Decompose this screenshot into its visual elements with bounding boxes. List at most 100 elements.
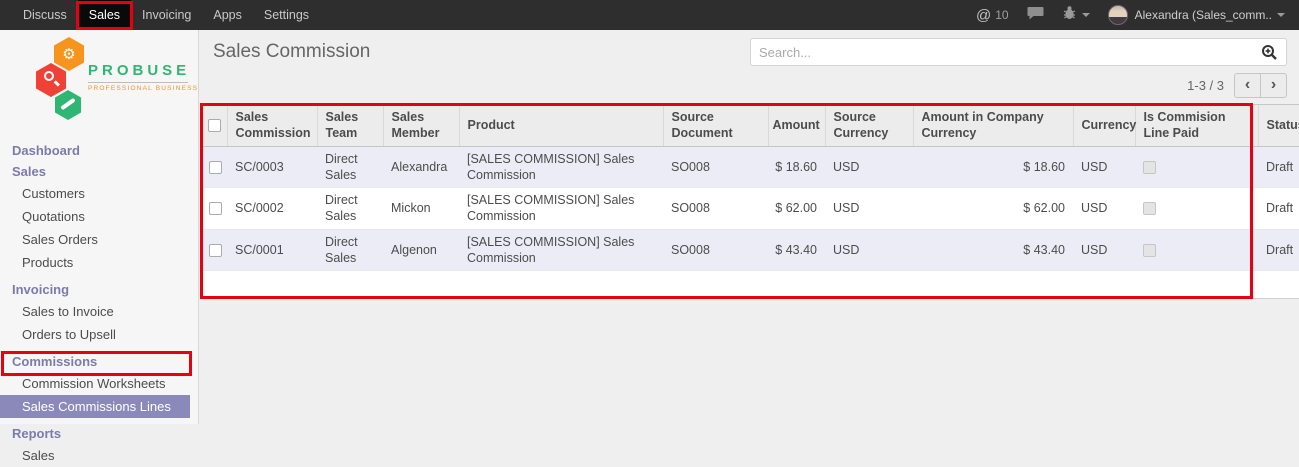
pager-previous-button[interactable]: ‹	[1234, 73, 1261, 98]
menu-settings[interactable]: Settings	[253, 0, 320, 30]
cell-amount-company-currency: $ 62.00	[913, 188, 1073, 230]
commission-lines-table: Sales Commission Sales Team Sales Member…	[203, 104, 1299, 299]
paid-checkbox	[1143, 202, 1156, 215]
cell-amount-company-currency: $ 43.40	[913, 229, 1073, 271]
pager-next-button[interactable]: ›	[1260, 73, 1287, 98]
logo-subtitle: PROFESSIONAL BUSINESS	[88, 82, 188, 92]
column-sales-member[interactable]: Sales Member	[383, 105, 459, 147]
table-row[interactable]: SC/0002 Direct Sales Mickon [SALES COMMI…	[203, 188, 1299, 230]
magnifier-hexagon-icon	[36, 63, 66, 97]
column-sales-team[interactable]: Sales Team	[317, 105, 383, 147]
mentions-counter[interactable]: @ 10	[976, 7, 1009, 24]
column-product[interactable]: Product	[459, 105, 663, 147]
cell-amount: $ 62.00	[768, 188, 825, 230]
sidebar-item-commission-worksheets[interactable]: Commission Worksheets	[0, 372, 198, 395]
sidebar-heading-commissions: Commissions	[0, 351, 198, 372]
table-row[interactable]: SC/0003 Direct Sales Alexandra [SALES CO…	[203, 146, 1299, 188]
cell-sales-commission: SC/0001	[227, 229, 317, 271]
cell-sales-team: Direct Sales	[317, 146, 383, 188]
logo-title: PROBUSE	[88, 62, 188, 79]
sidebar-item-orders-to-upsell[interactable]: Orders to Upsell	[0, 323, 198, 346]
sidebar-heading-invoicing: Invoicing	[0, 279, 198, 300]
column-status[interactable]: Status	[1258, 105, 1299, 147]
cell-amount: $ 43.40	[768, 229, 825, 271]
cell-sales-commission: SC/0002	[227, 188, 317, 230]
sidebar-heading-dashboard: Dashboard	[0, 140, 198, 161]
table-row[interactable]: SC/0001 Direct Sales Algenon [SALES COMM…	[203, 229, 1299, 271]
column-source-currency[interactable]: Source Currency	[825, 105, 913, 147]
cell-product: [SALES COMMISSION] Sales Commission	[459, 188, 663, 230]
paid-checkbox	[1143, 161, 1156, 174]
sidebar-item-customers[interactable]: Customers	[0, 182, 198, 205]
debug-menu-button[interactable]	[1062, 5, 1090, 25]
menu-discuss[interactable]: Discuss	[12, 0, 78, 30]
messages-button[interactable]	[1027, 6, 1044, 25]
sidebar-item-sales-orders[interactable]: Sales Orders	[0, 228, 198, 251]
row-checkbox[interactable]	[209, 202, 222, 215]
sidebar-item-reports-sales[interactable]: Sales	[0, 444, 198, 467]
page-title: Sales Commission	[213, 41, 370, 63]
menu-sales[interactable]: Sales	[78, 0, 131, 30]
column-is-commission-line-paid[interactable]: Is Commision Line Paid	[1135, 105, 1258, 147]
pager-range: 1-3 / 3	[1187, 78, 1224, 93]
cell-currency: USD	[1073, 229, 1135, 271]
table-header-row: Sales Commission Sales Team Sales Member…	[203, 105, 1299, 147]
column-amount[interactable]: Amount	[768, 105, 825, 147]
cell-source-currency: USD	[825, 188, 913, 230]
cell-amount-company-currency: $ 18.60	[913, 146, 1073, 188]
cell-sales-commission: SC/0003	[227, 146, 317, 188]
sidebar-heading-reports: Reports	[0, 423, 198, 444]
user-menu[interactable]: Alexandra (Sales_comm..	[1108, 5, 1285, 25]
caret-down-icon	[1082, 13, 1090, 17]
chat-bubble-icon	[1027, 6, 1044, 25]
caret-down-icon	[1277, 13, 1285, 17]
gear-hexagon-icon: ⚙	[54, 37, 84, 71]
user-name-label: Alexandra (Sales_comm..	[1135, 8, 1272, 22]
at-sign-icon: @	[976, 7, 991, 24]
bug-icon	[1062, 5, 1077, 25]
tool-hexagon-icon	[55, 90, 81, 120]
cell-currency: USD	[1073, 188, 1135, 230]
sidebar: ⚙ PROBUSE PROFESSIONAL BUSINESS Dashboar…	[0, 30, 199, 424]
column-sales-commission[interactable]: Sales Commission	[227, 105, 317, 147]
cell-currency: USD	[1073, 146, 1135, 188]
column-source-document[interactable]: Source Document	[663, 105, 768, 147]
cell-sales-team: Direct Sales	[317, 188, 383, 230]
cell-sales-team: Direct Sales	[317, 229, 383, 271]
sidebar-item-sales-to-invoice[interactable]: Sales to Invoice	[0, 300, 198, 323]
cell-source-currency: USD	[825, 229, 913, 271]
search-magnifier-icon[interactable]	[1261, 44, 1278, 61]
probuse-logo: ⚙ PROBUSE PROFESSIONAL BUSINESS	[0, 30, 198, 122]
menu-sales-label: Sales	[89, 8, 120, 22]
search-box	[750, 38, 1287, 66]
cell-source-document: SO008	[663, 188, 768, 230]
column-amount-company-currency[interactable]: Amount in Company Currency	[913, 105, 1073, 147]
row-checkbox[interactable]	[209, 244, 222, 257]
sidebar-item-products[interactable]: Products	[0, 251, 198, 274]
search-input[interactable]	[751, 45, 1261, 60]
cell-sales-member: Alexandra	[383, 146, 459, 188]
avatar	[1108, 5, 1128, 25]
pager: 1-3 / 3 ‹ ›	[1187, 73, 1287, 98]
sidebar-nav: Dashboard Sales Customers Quotations Sal…	[0, 122, 198, 467]
menu-apps[interactable]: Apps	[202, 0, 253, 30]
cell-product: [SALES COMMISSION] Sales Commission	[459, 146, 663, 188]
app-menus: Discuss Sales Invoicing Apps Settings	[0, 0, 320, 30]
empty-table-row	[203, 271, 1299, 298]
cell-amount: $ 18.60	[768, 146, 825, 188]
cell-source-document: SO008	[663, 229, 768, 271]
select-all-checkbox[interactable]	[208, 119, 221, 132]
sidebar-item-quotations[interactable]: Quotations	[0, 205, 198, 228]
cell-product: [SALES COMMISSION] Sales Commission	[459, 229, 663, 271]
row-checkbox[interactable]	[209, 161, 222, 174]
main-content: Sales Commission 1-3 / 3 ‹ ›	[200, 30, 1299, 424]
sidebar-item-sales-commissions-lines[interactable]: Sales Commissions Lines	[0, 395, 190, 418]
top-navbar: Discuss Sales Invoicing Apps Settings @ …	[0, 0, 1299, 30]
cell-sales-member: Algenon	[383, 229, 459, 271]
menu-invoicing[interactable]: Invoicing	[131, 0, 202, 30]
column-currency[interactable]: Currency	[1073, 105, 1135, 147]
sidebar-heading-sales: Sales	[0, 161, 198, 182]
cell-status: Draft	[1258, 146, 1299, 188]
cell-sales-member: Mickon	[383, 188, 459, 230]
cell-source-document: SO008	[663, 146, 768, 188]
